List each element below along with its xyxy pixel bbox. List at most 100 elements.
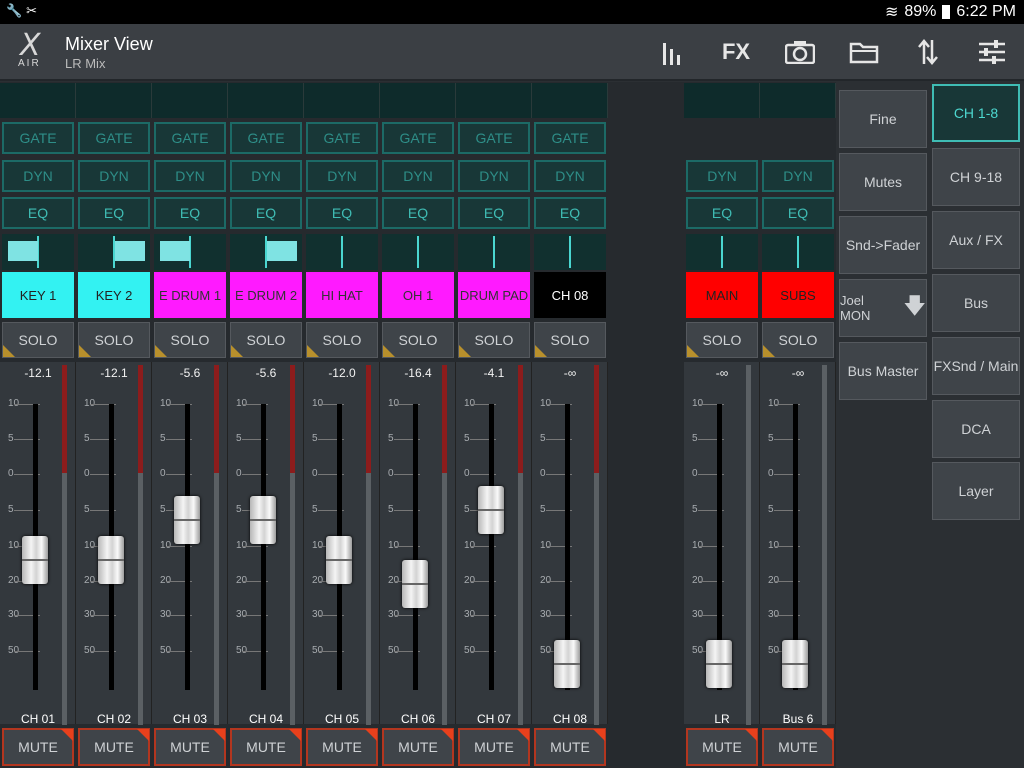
pan-control[interactable] bbox=[686, 234, 758, 270]
gate-button[interactable]: GATE bbox=[458, 122, 530, 154]
fader-cap[interactable] bbox=[22, 536, 48, 584]
dyn-button[interactable]: DYN bbox=[458, 160, 530, 192]
dyn-button[interactable]: DYN bbox=[154, 160, 226, 192]
camera-icon[interactable] bbox=[780, 34, 820, 70]
pan-control[interactable] bbox=[306, 234, 378, 270]
mute-button[interactable]: MUTE bbox=[2, 728, 74, 766]
gate-button[interactable]: GATE bbox=[382, 122, 454, 154]
pan-control[interactable] bbox=[382, 234, 454, 270]
gate-button[interactable]: GATE bbox=[534, 122, 606, 154]
dyn-button[interactable]: DYN bbox=[2, 160, 74, 192]
channel-label: CH 06 bbox=[400, 712, 435, 726]
gate-button[interactable]: GATE bbox=[154, 122, 226, 154]
layer-button-fxsnd-main[interactable]: FXSnd / Main bbox=[932, 337, 1020, 395]
sync-arrows-icon[interactable] bbox=[908, 34, 948, 70]
dyn-button[interactable]: DYN bbox=[382, 160, 454, 192]
solo-button[interactable]: SOLO bbox=[534, 322, 606, 358]
fader-cap[interactable] bbox=[326, 536, 352, 584]
mute-button[interactable]: MUTE bbox=[686, 728, 758, 766]
fx-button[interactable]: FX bbox=[716, 34, 756, 70]
sidebar-button-bus-master[interactable]: Bus Master bbox=[839, 342, 927, 400]
channel-strip: GATEDYNEQE DRUM 1SOLO-5.61050510203050CH… bbox=[152, 82, 228, 768]
eq-button[interactable]: EQ bbox=[230, 197, 302, 229]
solo-button[interactable]: SOLO bbox=[78, 322, 150, 358]
folder-icon[interactable] bbox=[844, 34, 884, 70]
gate-button[interactable]: GATE bbox=[230, 122, 302, 154]
channel-name[interactable]: SUBS bbox=[762, 272, 834, 318]
gate-button[interactable]: GATE bbox=[306, 122, 378, 154]
layer-button-bus[interactable]: Bus bbox=[932, 274, 1020, 332]
channel-name[interactable]: OH 1 bbox=[382, 272, 454, 318]
eq-button[interactable]: EQ bbox=[382, 197, 454, 229]
pan-control[interactable] bbox=[2, 234, 74, 270]
pan-control[interactable] bbox=[230, 234, 302, 270]
meters-icon[interactable] bbox=[652, 34, 692, 70]
mute-indicator bbox=[213, 729, 225, 741]
eq-button[interactable]: EQ bbox=[686, 197, 758, 229]
channel-name[interactable]: KEY 2 bbox=[78, 272, 150, 318]
fader-cap[interactable] bbox=[782, 640, 808, 688]
solo-button[interactable]: SOLO bbox=[382, 322, 454, 358]
eq-button[interactable]: EQ bbox=[534, 197, 606, 229]
fader-cap[interactable] bbox=[402, 560, 428, 608]
fader-cap[interactable] bbox=[174, 496, 200, 544]
channel-name[interactable]: MAIN bbox=[686, 272, 758, 318]
dyn-button[interactable]: DYN bbox=[686, 160, 758, 192]
dyn-button[interactable]: DYN bbox=[762, 160, 834, 192]
channel-name[interactable]: DRUM PAD bbox=[458, 272, 530, 318]
fader-cap[interactable] bbox=[250, 496, 276, 544]
channel-name[interactable]: E DRUM 2 bbox=[230, 272, 302, 318]
fader-cap[interactable] bbox=[478, 486, 504, 534]
pan-control[interactable] bbox=[534, 234, 606, 270]
fader-area: -12.11050510203050CH 01 bbox=[0, 362, 76, 726]
layer-button-dca[interactable]: DCA bbox=[932, 400, 1020, 458]
sidebar-button-snd-fader[interactable]: Snd->Fader bbox=[839, 216, 927, 274]
channel-name[interactable]: HI HAT bbox=[306, 272, 378, 318]
fader-cap[interactable] bbox=[554, 640, 580, 688]
sidebar-button-joel-mon[interactable]: Joel MON 🡇 bbox=[839, 279, 927, 337]
dyn-button[interactable]: DYN bbox=[306, 160, 378, 192]
layer-button-ch-1-8[interactable]: CH 1-8 bbox=[932, 84, 1020, 142]
dyn-button[interactable]: DYN bbox=[230, 160, 302, 192]
pan-control[interactable] bbox=[154, 234, 226, 270]
mute-button[interactable]: MUTE bbox=[534, 728, 606, 766]
solo-button[interactable]: SOLO bbox=[154, 322, 226, 358]
pan-control[interactable] bbox=[78, 234, 150, 270]
eq-button[interactable]: EQ bbox=[154, 197, 226, 229]
pan-control[interactable] bbox=[458, 234, 530, 270]
settings-sliders-icon[interactable] bbox=[972, 34, 1012, 70]
mute-button[interactable]: MUTE bbox=[154, 728, 226, 766]
eq-button[interactable]: EQ bbox=[78, 197, 150, 229]
channel-name[interactable]: CH 08 bbox=[534, 272, 606, 318]
dyn-button[interactable]: DYN bbox=[534, 160, 606, 192]
eq-button[interactable]: EQ bbox=[762, 197, 834, 229]
channel-name[interactable]: E DRUM 1 bbox=[154, 272, 226, 318]
eq-button[interactable]: EQ bbox=[458, 197, 530, 229]
layer-button-ch-9-18[interactable]: CH 9-18 bbox=[932, 148, 1020, 206]
layer-button-layer[interactable]: Layer bbox=[932, 462, 1020, 520]
pan-control[interactable] bbox=[762, 234, 834, 270]
fader-cap[interactable] bbox=[706, 640, 732, 688]
mute-button[interactable]: MUTE bbox=[78, 728, 150, 766]
eq-button[interactable]: EQ bbox=[2, 197, 74, 229]
mute-button[interactable]: MUTE bbox=[382, 728, 454, 766]
mute-button[interactable]: MUTE bbox=[458, 728, 530, 766]
solo-button[interactable]: SOLO bbox=[686, 322, 758, 358]
channel-name[interactable]: KEY 1 bbox=[2, 272, 74, 318]
gate-button[interactable]: GATE bbox=[2, 122, 74, 154]
mute-button[interactable]: MUTE bbox=[306, 728, 378, 766]
solo-button[interactable]: SOLO bbox=[458, 322, 530, 358]
dyn-button[interactable]: DYN bbox=[78, 160, 150, 192]
mute-button[interactable]: MUTE bbox=[230, 728, 302, 766]
solo-button[interactable]: SOLO bbox=[2, 322, 74, 358]
solo-button[interactable]: SOLO bbox=[762, 322, 834, 358]
mute-button[interactable]: MUTE bbox=[762, 728, 834, 766]
gate-button[interactable]: GATE bbox=[78, 122, 150, 154]
solo-button[interactable]: SOLO bbox=[306, 322, 378, 358]
sidebar-button-mutes[interactable]: Mutes bbox=[839, 153, 927, 211]
fader-cap[interactable] bbox=[98, 536, 124, 584]
solo-button[interactable]: SOLO bbox=[230, 322, 302, 358]
sidebar-button-fine[interactable]: Fine bbox=[839, 90, 927, 148]
eq-button[interactable]: EQ bbox=[306, 197, 378, 229]
layer-button-aux-fx[interactable]: Aux / FX bbox=[932, 211, 1020, 269]
